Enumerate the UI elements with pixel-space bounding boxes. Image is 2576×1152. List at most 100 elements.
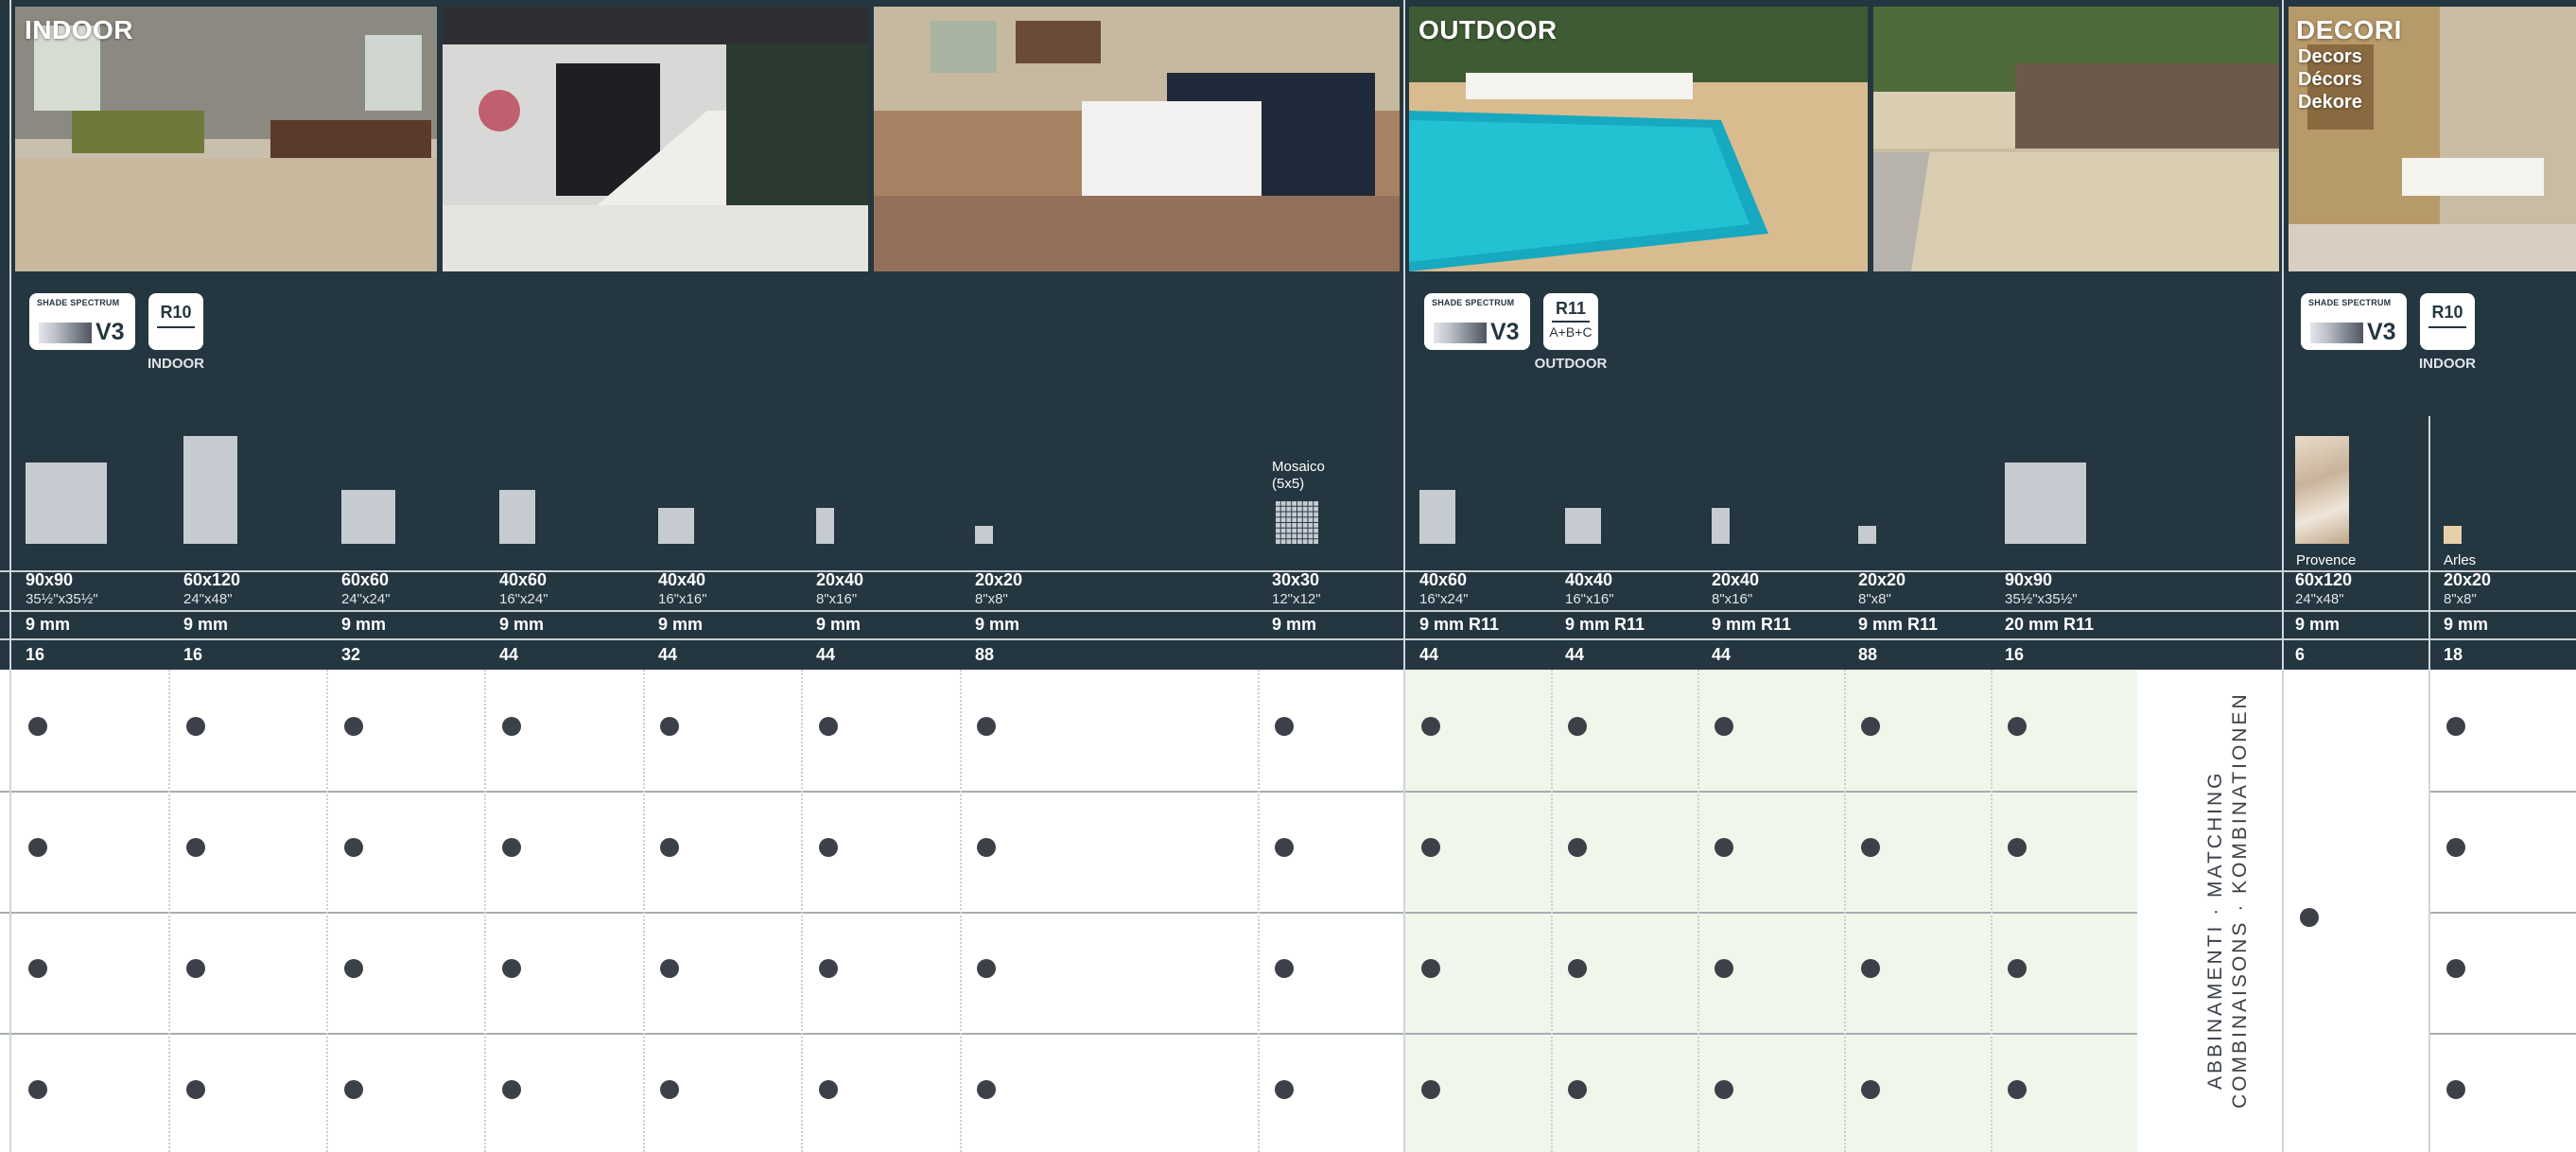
tile-thickness: 9 mm	[975, 615, 1020, 634]
tile-thickness: 9 mm	[2295, 615, 2341, 634]
availability-dot	[1275, 717, 1294, 736]
shade-value: V3	[2367, 319, 2396, 345]
tile-icon-90x90	[26, 463, 107, 544]
availability-dot	[819, 959, 838, 978]
availability-dot	[2446, 838, 2465, 857]
availability-dot	[1275, 1080, 1294, 1099]
section-title-indoor: INDOOR	[25, 15, 133, 44]
tile-pieces-count: 16	[2005, 645, 2025, 664]
tile-icon-20x40	[816, 508, 834, 544]
shade-spectrum-badge: SHADE SPECTRUM V3	[29, 293, 135, 350]
tile-pieces-count: 16	[183, 645, 203, 664]
availability-dot	[1421, 838, 1440, 857]
shade-spectrum-label: SHADE SPECTRUM	[1432, 298, 1515, 307]
tile-size-inch: 24"x24"	[341, 591, 391, 607]
tile-size-cm: 60x120	[2295, 570, 2353, 589]
availability-dot	[344, 959, 363, 978]
availability-dot	[819, 1080, 838, 1099]
tile-size-inch: 16"x24"	[499, 591, 548, 607]
availability-dot	[186, 1080, 205, 1099]
availability-dot	[2446, 1080, 2465, 1099]
photo-kitchen	[874, 7, 1400, 271]
slip-rating-badge: R11 A+B+C	[1543, 293, 1598, 350]
rating-underline	[157, 326, 195, 328]
tile-size-inch: 35½"x35½"	[2005, 591, 2078, 607]
indoor-label: INDOOR	[2419, 356, 2476, 372]
table-row-divider	[0, 791, 2137, 793]
tile-thickness: 9 mm	[658, 615, 704, 634]
tile-size-inch: 12"x12"	[1272, 591, 1321, 607]
column-dotted-line	[1258, 670, 1260, 1152]
availability-dot	[502, 717, 521, 736]
availability-dot	[502, 959, 521, 978]
tile-thickness: 9 mm	[26, 615, 71, 634]
shade-spectrum-label: SHADE SPECTRUM	[37, 298, 120, 307]
availability-dot	[1861, 959, 1880, 978]
availability-dot	[977, 717, 996, 736]
availability-dot	[186, 717, 205, 736]
tile-thickness: 9 mm R11	[1565, 615, 1645, 634]
tile-pieces-count: 44	[1712, 645, 1732, 664]
slip-rating-value: R10	[2431, 303, 2463, 322]
tile-pieces-count: 16	[26, 645, 45, 664]
tile-icon-60x60	[341, 490, 395, 544]
shade-gradient-icon	[39, 323, 92, 343]
tile-size-inch: 8"x8"	[975, 591, 1008, 607]
shade-value: V3	[96, 319, 125, 345]
availability-dot	[186, 838, 205, 857]
tile-pieces-count: 6	[2295, 645, 2306, 664]
tile-size-cm: 90x90	[26, 570, 74, 589]
tile-size-inch: 24"x48"	[183, 591, 233, 607]
tile-icon-20x40	[1712, 508, 1730, 544]
tile-size-cm: 40x40	[1565, 570, 1613, 589]
availability-dot	[2008, 959, 2027, 978]
tile-thickness: 9 mm R11	[1858, 615, 1939, 634]
availability-dot	[2446, 959, 2465, 978]
tile-thickness: 9 mm	[341, 615, 387, 634]
availability-dot	[977, 1080, 996, 1099]
availability-dot	[660, 959, 679, 978]
tile-size-inch: 8"x16"	[1712, 591, 1753, 607]
tile-size-cm: 40x40	[658, 570, 706, 589]
availability-dot	[502, 838, 521, 857]
matching-title-line2: COMBINAISONS · KOMBINATIONEN	[2229, 691, 2251, 1108]
tile-size-cm: 20x20	[975, 570, 1023, 589]
availability-dot	[660, 838, 679, 857]
slip-rating-badge: R10	[148, 293, 203, 350]
tile-size-inch: 24"x48"	[2295, 591, 2344, 607]
shade-gradient-icon	[2310, 323, 2363, 343]
tile-icon-40x60	[499, 490, 535, 544]
mosaico-label: Mosaico	[1272, 459, 1325, 475]
section-divider	[1403, 0, 1405, 1152]
tile-pieces-count: 88	[975, 645, 995, 664]
spec-divider	[0, 610, 2576, 612]
availability-dot	[344, 838, 363, 857]
column-dotted-line	[484, 670, 486, 1152]
tile-size-cm: 20x40	[816, 570, 864, 589]
shade-value: V3	[1490, 319, 1520, 345]
availability-dot	[28, 838, 47, 857]
tile-thickness: 9 mm	[1272, 615, 1317, 634]
availability-dot	[344, 1080, 363, 1099]
column-dotted-line	[1844, 670, 1846, 1152]
tile-size-cm: 40x60	[1419, 570, 1468, 589]
slip-rating-class: A+B+C	[1549, 324, 1593, 340]
tile-size-inch: 8"x8"	[2444, 591, 2477, 607]
availability-dot	[2300, 908, 2319, 927]
section-divider	[2428, 416, 2430, 1152]
availability-dot	[1568, 1080, 1587, 1099]
tile-pieces-count: 32	[341, 645, 361, 664]
tile-size-inch: 35½"x35½"	[26, 591, 98, 607]
column-dotted-line	[326, 670, 328, 1152]
decori-subtitle-en: Decors	[2298, 46, 2362, 67]
availability-dot	[1421, 1080, 1440, 1099]
section-title-outdoor: OUTDOOR	[1419, 15, 1558, 44]
tile-icon-90x90	[2005, 463, 2086, 544]
photo-living-room	[15, 7, 437, 271]
availability-dot	[1714, 1080, 1733, 1099]
availability-dot	[2008, 838, 2027, 857]
availability-dot	[1568, 838, 1587, 857]
slip-rating-badge: R10	[2420, 293, 2475, 350]
tile-icon-20x20	[975, 526, 993, 544]
tile-size-inch: 8"x8"	[1858, 591, 1891, 607]
